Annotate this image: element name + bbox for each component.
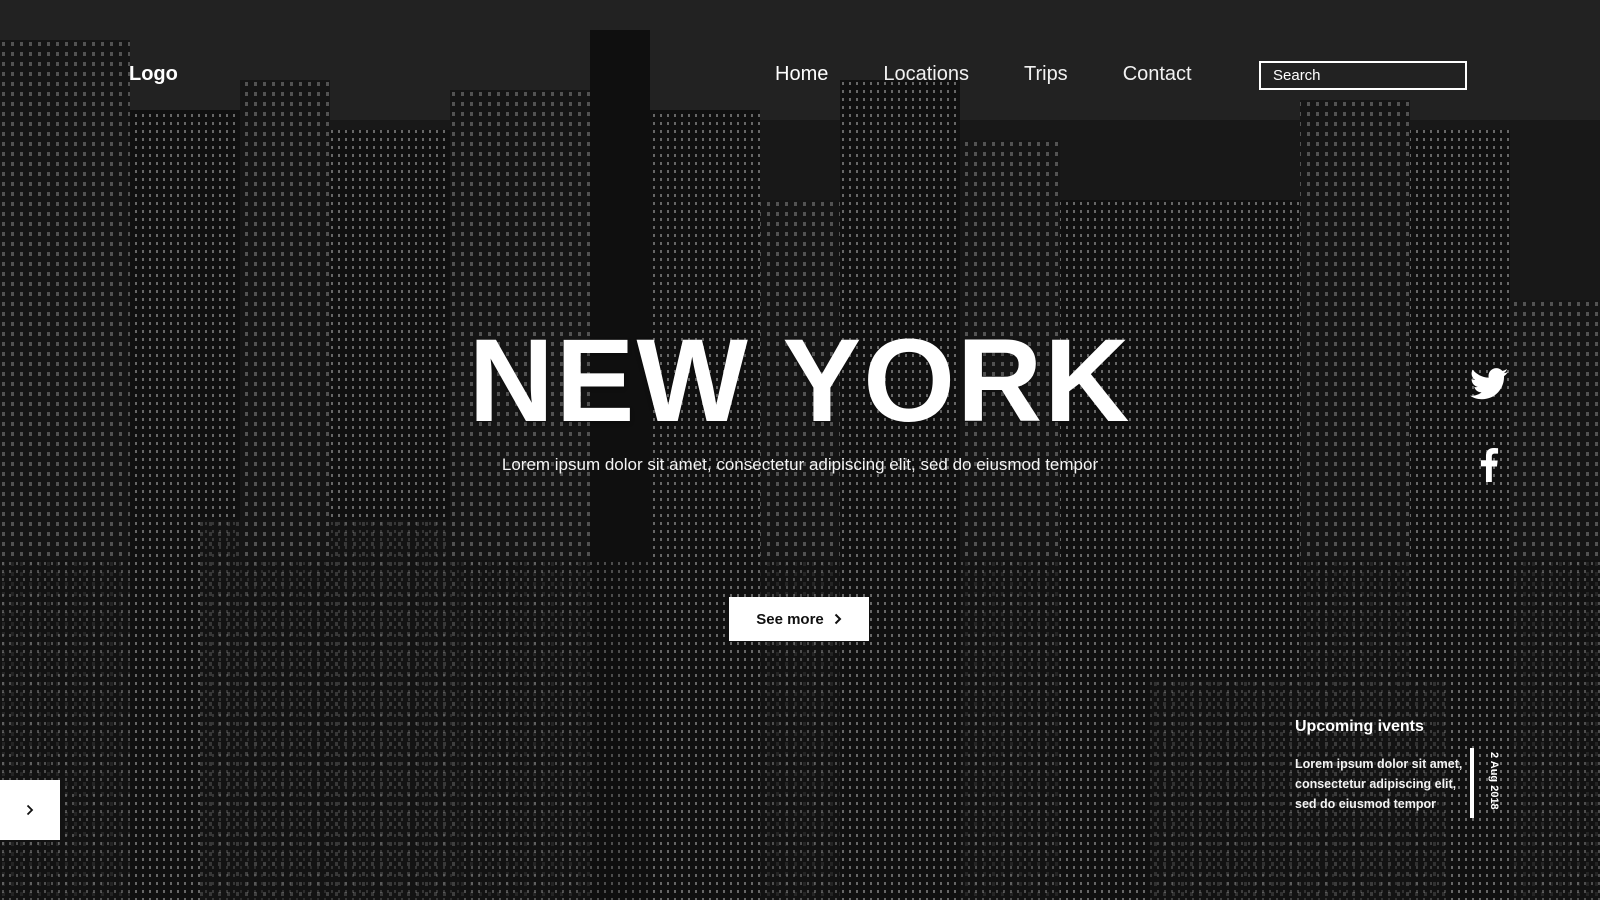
hero-subtitle: Lorem ipsum dolor sit amet, consectetur … (501, 455, 1099, 474)
facebook-icon (1480, 448, 1499, 482)
upcoming-events: Upcoming ivents Lorem ipsum dolor sit am… (1295, 718, 1475, 814)
facebook-link[interactable] (1470, 448, 1508, 482)
logo[interactable]: Logo (129, 63, 178, 86)
events-text: Lorem ipsum dolor sit amet, consectetur … (1295, 757, 1463, 811)
nav-home[interactable]: Home (775, 63, 828, 86)
twitter-link[interactable] (1470, 368, 1508, 400)
chevron-right-icon (834, 613, 842, 625)
search-input[interactable] (1259, 61, 1467, 90)
nav-contact[interactable]: Contact (1123, 63, 1192, 86)
events-date: 2 Aug 2018 (1488, 752, 1500, 810)
see-more-label: See more (756, 610, 824, 628)
chevron-right-icon (26, 804, 34, 816)
events-title: Upcoming ivents (1295, 718, 1424, 735)
events-divider (1470, 748, 1474, 818)
main-nav: Home Locations Trips Contact (775, 63, 1247, 86)
slider-next-button[interactable] (0, 780, 60, 840)
hero-title: NEW YORK (468, 315, 1132, 447)
twitter-icon (1470, 368, 1508, 400)
nav-locations[interactable]: Locations (883, 63, 969, 86)
see-more-button[interactable]: See more (729, 597, 869, 641)
nav-trips[interactable]: Trips (1024, 63, 1068, 86)
